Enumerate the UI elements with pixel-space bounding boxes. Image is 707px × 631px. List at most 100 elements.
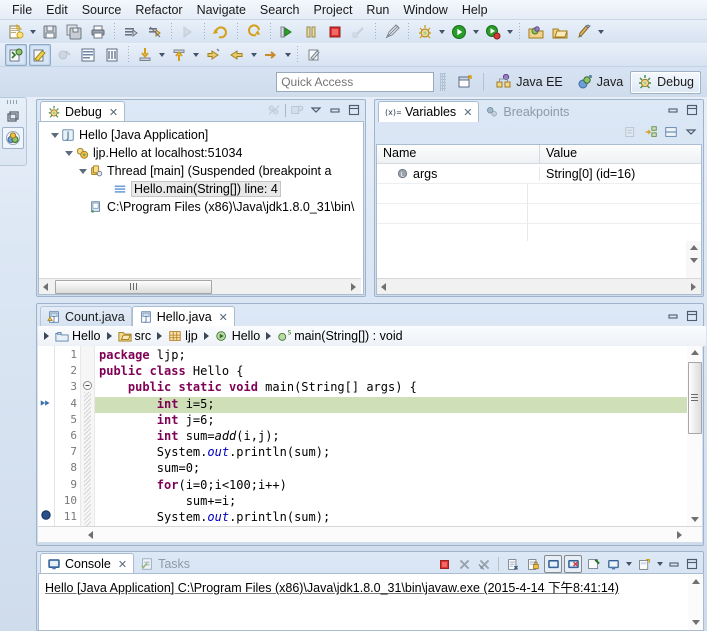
console-output-area[interactable]: Hello [Java Application] C:\Program File…	[38, 573, 704, 631]
debug-dropdown-arrow[interactable]	[437, 22, 447, 42]
toggle-mark-occurrences-icon[interactable]	[101, 44, 123, 66]
disconnect-icon[interactable]	[348, 21, 370, 43]
debug-icon[interactable]	[414, 21, 436, 43]
menu-item-edit[interactable]: Edit	[39, 1, 75, 19]
new-java-class-icon[interactable]	[29, 43, 51, 66]
search-icon[interactable]	[573, 21, 595, 43]
debug-tree-row-selected[interactable]: Hello.main(String[]) line: 4	[39, 180, 363, 198]
maximize-icon[interactable]	[346, 102, 362, 118]
build-all-icon[interactable]	[120, 21, 142, 43]
tab-count-java[interactable]: J Count.java	[40, 306, 132, 327]
debug-tree-row[interactable]: J Hello [Java Application]	[39, 126, 363, 144]
debug-view-icon[interactable]	[2, 127, 24, 149]
maximize-icon[interactable]	[684, 308, 700, 324]
suspend-icon[interactable]	[210, 21, 232, 43]
code-line[interactable]: int sum=add(i,j);	[95, 429, 687, 445]
print-icon[interactable]	[87, 21, 109, 43]
clear-console-icon[interactable]	[504, 555, 522, 573]
hscroll-thumb[interactable]	[55, 279, 212, 294]
remove-launch-icon[interactable]	[455, 555, 473, 573]
show-console-on-error-icon[interactable]	[564, 555, 582, 573]
folding-ruler[interactable]	[80, 346, 95, 542]
show-logical-structure-icon[interactable]	[643, 124, 659, 140]
display-selected-console-icon[interactable]	[604, 555, 622, 573]
code-line[interactable]: sum=0;	[95, 461, 687, 477]
open-declaration-icon[interactable]	[77, 44, 99, 66]
pin-console-icon[interactable]	[584, 555, 602, 573]
code-text[interactable]: package ljp; public class Hello { public…	[95, 346, 687, 542]
menu-item-file[interactable]: File	[5, 1, 39, 19]
step-over-icon[interactable]	[276, 21, 298, 43]
open-console-icon[interactable]	[635, 555, 653, 573]
code-line[interactable]: System.out.println(sum);	[95, 510, 687, 526]
breadcrumb-item-method[interactable]: S main(String[]) : void	[275, 329, 404, 343]
terminate-icon[interactable]	[435, 555, 453, 573]
code-line[interactable]: for(i=0;i<100;i++)	[95, 478, 687, 494]
console-body[interactable]: Hello [Java Application] C:\Program File…	[39, 574, 703, 630]
scroll-up-arrow[interactable]	[689, 575, 702, 588]
toolbar-grip[interactable]	[440, 73, 447, 91]
new-java-project-icon[interactable]	[5, 43, 27, 66]
code-line[interactable]: System.out.println(sum);	[95, 445, 687, 461]
previous-annotation-dropdown-arrow[interactable]	[249, 45, 259, 65]
collapse-all-icon[interactable]	[623, 124, 639, 140]
tab-console-close-icon[interactable]: ✕	[118, 558, 127, 571]
scroll-lock-icon[interactable]	[524, 555, 542, 573]
tab-variables-close-icon[interactable]: ✕	[463, 106, 472, 119]
open-perspective-button[interactable]	[452, 71, 478, 94]
maximize-icon[interactable]	[684, 556, 700, 572]
save-icon[interactable]	[39, 21, 61, 43]
tab-tasks[interactable]: Tasks	[134, 554, 196, 574]
disconnect-disabled-icon[interactable]	[266, 102, 282, 118]
menu-item-window[interactable]: Window	[396, 1, 454, 19]
breadcrumb-item-package[interactable]: ljp	[166, 329, 200, 343]
minimize-icon[interactable]	[666, 556, 682, 572]
menu-item-run[interactable]: Run	[359, 1, 396, 19]
search-dropdown-arrow[interactable]	[596, 22, 606, 42]
open-resource-icon[interactable]	[549, 21, 571, 43]
menu-item-search[interactable]: Search	[253, 1, 307, 19]
skip-breakpoints-icon[interactable]	[144, 21, 166, 43]
menu-item-refactor[interactable]: Refactor	[128, 1, 189, 19]
perspective-java[interactable]: Java	[570, 71, 630, 94]
terminate-icon[interactable]	[324, 21, 346, 43]
debug-tree-row[interactable]: C:\Program Files (x86)\Java\jdk1.8.0_31\…	[39, 198, 363, 216]
minimize-icon[interactable]	[665, 102, 681, 118]
menu-item-project[interactable]: Project	[307, 1, 360, 19]
tab-console[interactable]: Console ✕	[40, 553, 135, 574]
perspective-java-ee[interactable]: Java EE	[489, 71, 570, 94]
remove-all-terminated-icon[interactable]	[475, 555, 493, 573]
code-line[interactable]: public static void main(String[] args) {	[95, 380, 687, 396]
step-return-dropdown-arrow[interactable]	[191, 45, 201, 65]
scroll-right-arrow[interactable]	[347, 280, 360, 293]
run-dropdown-arrow[interactable]	[471, 22, 481, 42]
tab-variables[interactable]: (x)= Variables ✕	[378, 101, 480, 122]
column-header-name[interactable]: Name	[377, 145, 540, 163]
last-edit-location-dropdown-arrow[interactable]	[283, 45, 293, 65]
breadcrumb-item-project[interactable]: Hello	[53, 329, 103, 343]
editor-vscrollbar[interactable]	[687, 346, 702, 527]
tab-debug[interactable]: Debug ✕	[40, 101, 126, 122]
scroll-right-arrow[interactable]	[673, 528, 686, 541]
restore-icon[interactable]	[3, 107, 23, 127]
step-into-icon[interactable]	[134, 44, 156, 66]
open-type-icon[interactable]	[525, 21, 547, 43]
menu-item-source[interactable]: Source	[75, 1, 129, 19]
minimize-icon[interactable]	[327, 102, 343, 118]
quick-access-input[interactable]	[276, 72, 435, 92]
expand-twisty[interactable]	[49, 133, 60, 138]
code-line[interactable]: package ljp;	[95, 348, 687, 364]
vscroll-thumb[interactable]	[687, 362, 702, 434]
step-into-group-icon[interactable]	[243, 21, 265, 43]
resume-icon[interactable]	[177, 21, 199, 43]
step-into-dropdown-arrow[interactable]	[157, 45, 167, 65]
variables-table-row[interactable]: L args String[0] (id=16)	[377, 164, 701, 184]
menu-item-navigate[interactable]: Navigate	[190, 1, 253, 19]
expand-twisty[interactable]	[63, 151, 74, 156]
tab-debug-close-icon[interactable]: ✕	[109, 106, 118, 119]
rail-grip[interactable]	[7, 100, 19, 104]
step-return-icon[interactable]	[168, 44, 190, 66]
last-edit-location-icon[interactable]	[260, 44, 282, 66]
run-icon[interactable]	[448, 21, 470, 43]
debug-view-menu-icon[interactable]	[289, 102, 305, 118]
